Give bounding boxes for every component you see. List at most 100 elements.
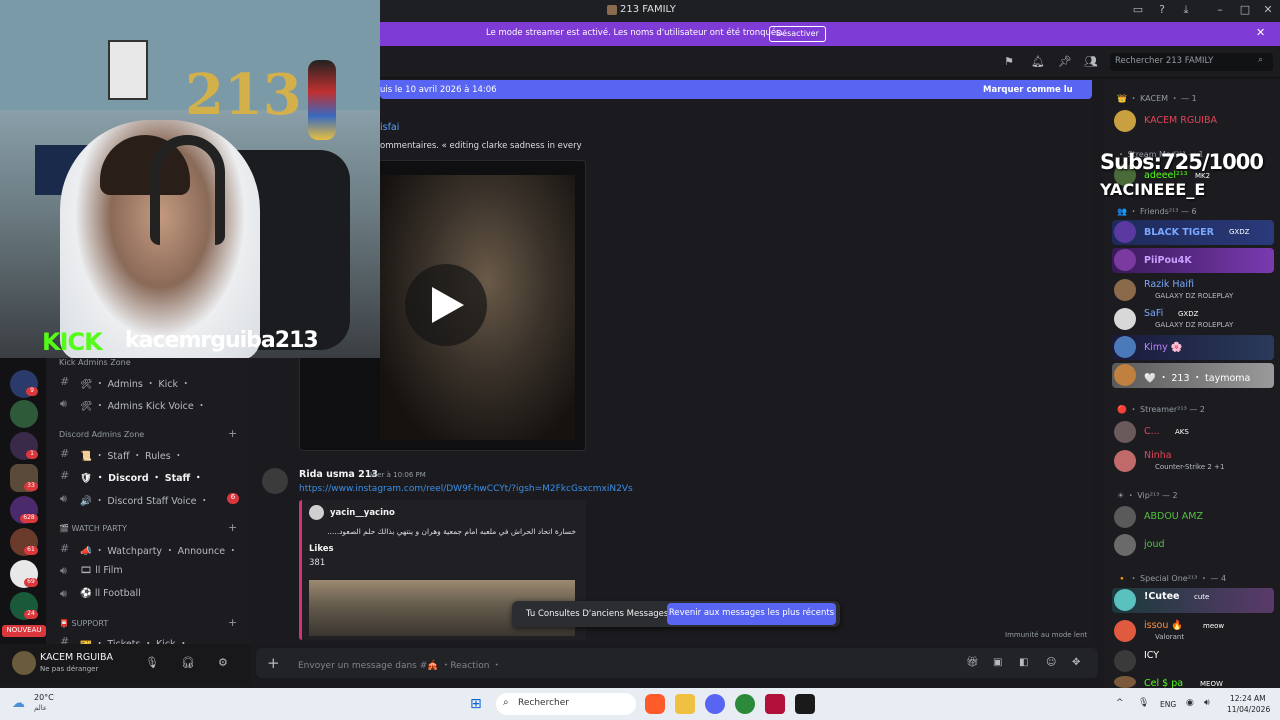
- microphone-icon[interactable]: 🎙︎: [145, 656, 159, 669]
- avatar[interactable]: [262, 468, 288, 494]
- message-author[interactable]: Rida usma 213: [299, 469, 378, 480]
- avatar[interactable]: [1114, 534, 1136, 556]
- channel-admins-kick-voice[interactable]: 🛠 ・ Admins Kick Voice ・: [80, 398, 206, 412]
- channel-tickets[interactable]: 🎫 ・ Tickets ・ Kick ・: [80, 636, 188, 644]
- jump-to-present-button[interactable]: Revenir aux messages les plus récents: [667, 603, 836, 625]
- member-name[interactable]: 🤍 ・ 213 ・ taymoma: [1144, 370, 1250, 384]
- settings-gear-icon[interactable]: ⚙: [218, 656, 228, 669]
- kick-app-icon[interactable]: [795, 694, 815, 714]
- add-channel-icon[interactable]: +: [228, 616, 237, 629]
- language-indicator[interactable]: ENG: [1160, 700, 1176, 709]
- avatar[interactable]: [1114, 620, 1136, 642]
- message-link[interactable]: https://www.instagram.com/reel/DW9f-hwCC…: [299, 484, 633, 494]
- member-name[interactable]: ABDOU AMZ: [1144, 511, 1203, 522]
- threads-icon[interactable]: ⚑: [1004, 55, 1014, 68]
- disable-streamer-button[interactable]: Désactiver: [769, 26, 826, 42]
- inbox-icon[interactable]: ▭: [1130, 3, 1146, 16]
- role-header: ☀ ・ Vip²¹³ — 2: [1117, 491, 1178, 500]
- add-channel-icon[interactable]: +: [228, 521, 237, 534]
- channel-watchparty[interactable]: 📣 ・ Watchparty ・ Announce ・: [80, 543, 238, 557]
- avatar[interactable]: [12, 651, 36, 675]
- download-icon[interactable]: ⤓: [1178, 3, 1194, 17]
- help-icon[interactable]: ?: [1154, 3, 1170, 16]
- bell-icon[interactable]: 🔔︎: [1031, 55, 1045, 68]
- weather-label: عالم: [34, 704, 48, 712]
- avatar[interactable]: [1114, 676, 1136, 688]
- weather-temp[interactable]: 20°C: [34, 693, 54, 702]
- member-name[interactable]: C...: [1144, 426, 1160, 437]
- avatar[interactable]: [1114, 650, 1136, 672]
- channel-discord-staff-voice[interactable]: 🔊 ・ Discord Staff Voice ・: [80, 493, 209, 507]
- file-explorer-icon[interactable]: [675, 694, 695, 714]
- webcam-headset: [150, 135, 225, 245]
- sticker-icon[interactable]: ◧: [1019, 657, 1028, 668]
- close-banner-icon[interactable]: ✕: [1256, 26, 1265, 39]
- avatar[interactable]: [1114, 364, 1136, 386]
- attach-plus-icon[interactable]: +: [267, 654, 280, 672]
- channel-discord-staff[interactable]: 🛡 ・ Discord ・ Staff ・: [80, 470, 203, 484]
- add-channel-icon[interactable]: +: [228, 427, 237, 440]
- search-input[interactable]: Rechercher 213 FAMILY: [1110, 53, 1273, 71]
- user-name[interactable]: KACEM RGUIBA: [40, 652, 113, 663]
- clock-date[interactable]: 11/04/2026: [1227, 705, 1270, 714]
- avatar[interactable]: [1114, 506, 1136, 528]
- chrome-icon[interactable]: [735, 694, 755, 714]
- headphones-icon[interactable]: 🎧︎: [181, 656, 195, 669]
- member-name[interactable]: KACEM RGUIBA: [1144, 115, 1217, 126]
- minimize-icon[interactable]: –: [1212, 3, 1228, 16]
- gif-icon[interactable]: ▣: [993, 657, 1002, 668]
- member-name[interactable]: Cel $ pa: [1144, 678, 1183, 688]
- clock-time[interactable]: 12:24 AM: [1230, 694, 1266, 703]
- weather-cloud-icon[interactable]: ☁: [12, 696, 25, 711]
- network-icon[interactable]: ◉: [1186, 698, 1194, 708]
- discord-icon[interactable]: [705, 694, 725, 714]
- old-messages-text: Tu Consultes D'anciens Messages: [526, 609, 669, 619]
- apps-icon[interactable]: ✥: [1072, 657, 1080, 668]
- channel-staff-rules[interactable]: 📜 ・ Staff ・ Rules ・: [80, 448, 183, 462]
- category-watch-party[interactable]: 🎬 WATCH PARTY: [59, 524, 127, 533]
- member-name[interactable]: PiiPou4K: [1144, 255, 1192, 266]
- volume-icon[interactable]: 🔊︎: [1204, 698, 1210, 708]
- channel-film[interactable]: 🎞 ll Film: [80, 565, 123, 576]
- close-window-icon[interactable]: ✕: [1260, 3, 1276, 16]
- avatar[interactable]: [1114, 336, 1136, 358]
- channel-football[interactable]: ⚽ ll Football: [80, 588, 141, 599]
- message-input[interactable]: Envoyer un message dans #🎪 ・Reaction ・: [298, 658, 501, 671]
- avatar[interactable]: [1114, 110, 1136, 132]
- member-name[interactable]: issou 🔥: [1144, 620, 1183, 631]
- member-name[interactable]: Kimy 🌸: [1144, 342, 1183, 353]
- server-icon[interactable]: [10, 400, 38, 428]
- avatar[interactable]: [1114, 589, 1136, 611]
- members-list-icon[interactable]: 👥︎: [1084, 55, 1098, 68]
- emoji-icon[interactable]: ☺: [1046, 657, 1056, 668]
- category-kick-admins[interactable]: Kick Admins Zone: [59, 358, 131, 367]
- member-name[interactable]: SaFi: [1144, 308, 1163, 319]
- brave-icon[interactable]: [645, 694, 665, 714]
- avatar[interactable]: [1114, 450, 1136, 472]
- maximize-icon[interactable]: □: [1237, 3, 1253, 16]
- member-name[interactable]: BLACK TIGER: [1144, 227, 1214, 238]
- mark-as-read-button[interactable]: Marquer comme lu: [983, 85, 1073, 95]
- acrobat-icon[interactable]: [765, 694, 785, 714]
- avatar[interactable]: [1114, 308, 1136, 330]
- embed-author[interactable]: yacin__yacino: [330, 508, 395, 518]
- tray-chevron-icon[interactable]: ^: [1116, 698, 1124, 708]
- member-name[interactable]: Razik Haifi: [1144, 279, 1194, 290]
- channel-admins-kick[interactable]: 🛠 ・ Admins ・ Kick ・: [80, 376, 190, 390]
- avatar[interactable]: [1114, 221, 1136, 243]
- member-name[interactable]: ICY: [1144, 650, 1159, 661]
- category-discord-admins[interactable]: Discord Admins Zone: [59, 430, 144, 439]
- category-support[interactable]: 📮 SUPPORT: [59, 619, 108, 628]
- member-name[interactable]: !Cutee: [1144, 591, 1180, 602]
- avatar[interactable]: [1114, 421, 1136, 443]
- gift-icon[interactable]: 🎁︎: [966, 657, 979, 668]
- taskbar-search[interactable]: Rechercher: [496, 693, 636, 715]
- member-name[interactable]: Ninha: [1144, 450, 1172, 461]
- member-name[interactable]: joud: [1144, 539, 1165, 550]
- avatar[interactable]: [1114, 249, 1136, 271]
- message-author[interactable]: isfai: [380, 122, 399, 133]
- avatar[interactable]: [1114, 279, 1136, 301]
- microphone-icon[interactable]: 🎙︎: [1138, 698, 1149, 708]
- pin-icon[interactable]: 📌︎: [1058, 55, 1072, 68]
- windows-start-icon[interactable]: ⊞: [470, 696, 482, 712]
